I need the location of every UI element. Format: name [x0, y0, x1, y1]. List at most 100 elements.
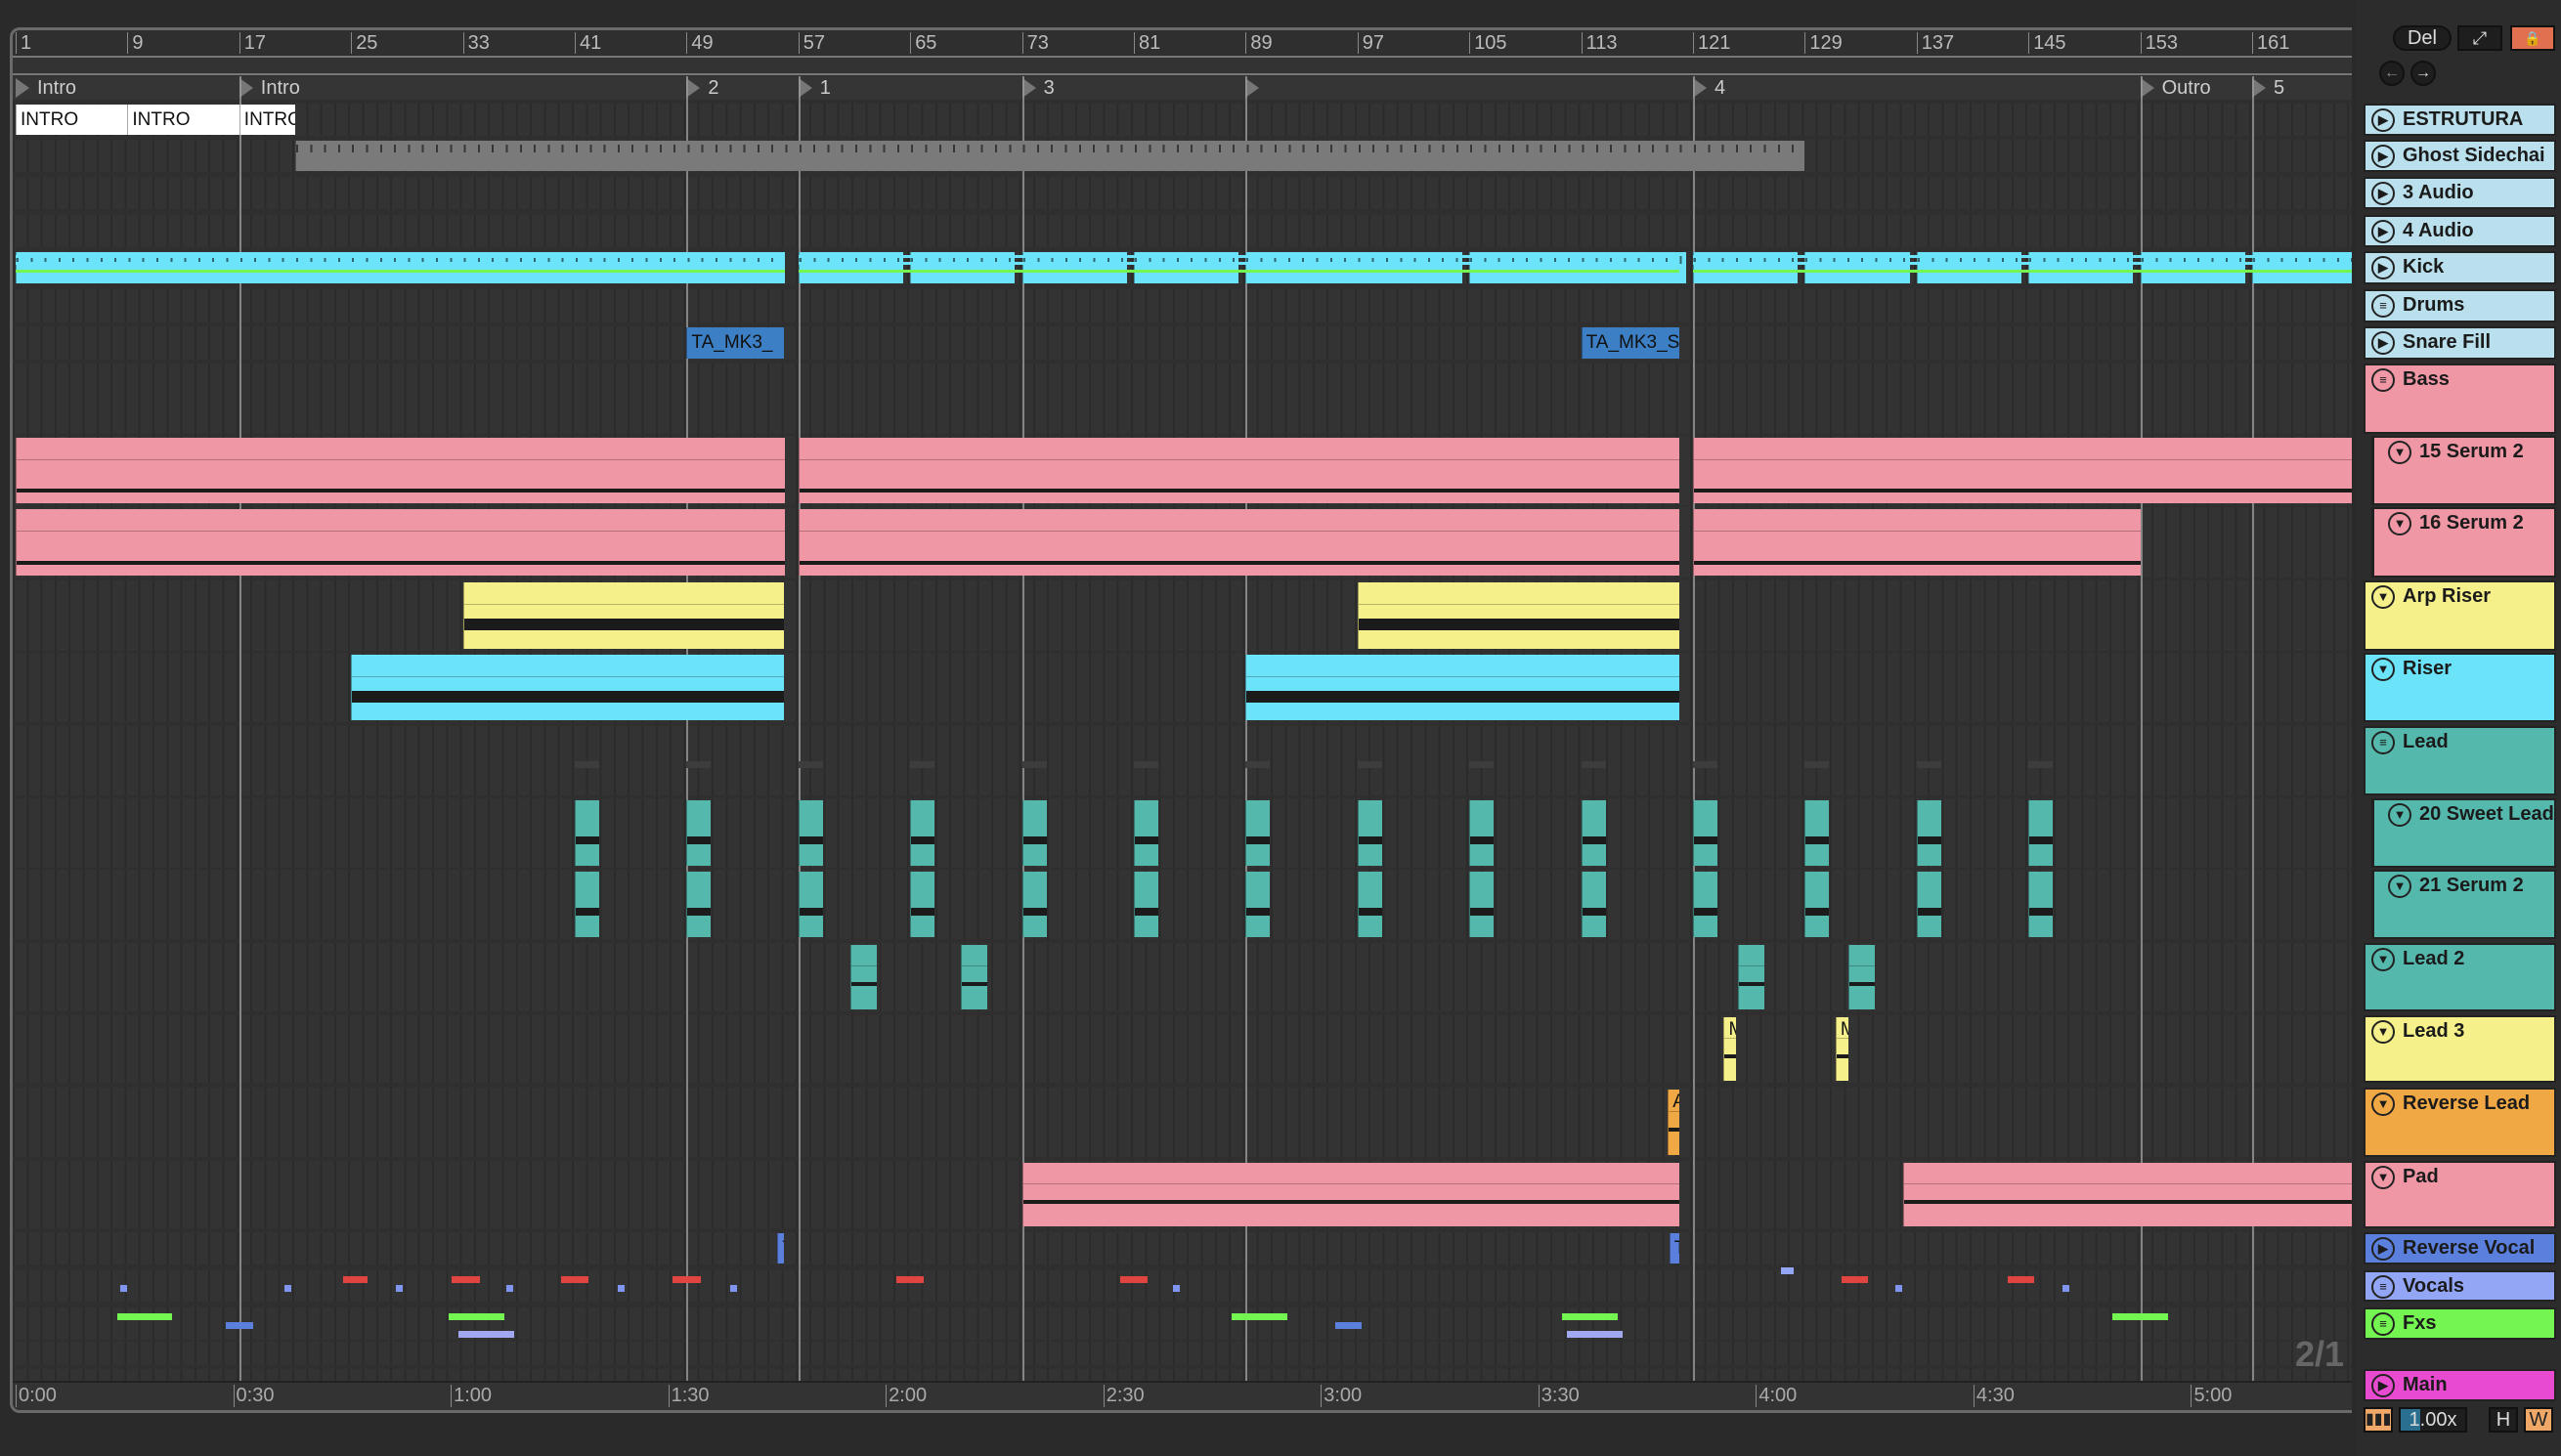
fold-triangle-icon[interactable]: ▼: [2388, 512, 2411, 535]
play-icon[interactable]: ▶: [2371, 256, 2395, 279]
track-header-fxs[interactable]: ≡ Fxs: [2364, 1307, 2556, 1340]
zoom-value[interactable]: 1.00x: [2399, 1407, 2467, 1433]
clip[interactable]: [1245, 872, 1271, 937]
clip[interactable]: INTRO: [127, 105, 239, 135]
clip[interactable]: [1134, 872, 1159, 937]
clip[interactable]: [1693, 438, 2352, 503]
track-lane[interactable]: [13, 289, 2352, 322]
track-header-20-sweet-lead[interactable]: ▼ 20 Sweet Lead: [2371, 798, 2556, 868]
track-lane[interactable]: [13, 1232, 2352, 1264]
time-ruler[interactable]: 0:00 0:30 1:00 1:30 2:00 2:30 3:00 3:30 4:00 4:30…: [13, 1381, 2352, 1410]
track-header-4-audio[interactable]: ▶ 4 Audio: [2364, 215, 2556, 247]
track-header-3-audio[interactable]: ▶ 3 Audio: [2364, 177, 2556, 209]
clip[interactable]: [1469, 872, 1495, 937]
clip[interactable]: [1357, 872, 1382, 937]
delete-button[interactable]: Del: [2393, 25, 2452, 51]
clip[interactable]: INTRO: [16, 105, 128, 135]
track-header-ghost-sidechai[interactable]: ▶ Ghost Sidechai: [2364, 140, 2556, 172]
audio-clip-mark[interactable]: [342, 1276, 369, 1283]
track-lane[interactable]: [13, 943, 2352, 1011]
audio-clip-mark[interactable]: [1895, 1285, 1903, 1292]
w-button[interactable]: W: [2524, 1407, 2553, 1433]
scrub-area[interactable]: [13, 56, 2352, 75]
track-lane[interactable]: [13, 580, 2352, 651]
audio-clip-mark[interactable]: [1567, 1331, 1624, 1338]
track-header-bass[interactable]: ≡ Bass: [2364, 364, 2556, 434]
clip[interactable]: [686, 800, 712, 866]
track-header-estrutura[interactable]: ▶ ESTRUTURA: [2364, 104, 2556, 136]
clip[interactable]: [910, 872, 935, 937]
list-icon[interactable]: ≡: [2371, 294, 2395, 318]
clip[interactable]: [575, 800, 600, 866]
clip[interactable]: [1693, 509, 2141, 576]
clip[interactable]: [1847, 945, 1875, 1009]
track-header-riser[interactable]: ▼ Riser: [2364, 653, 2556, 722]
audio-clip-mark[interactable]: [395, 1285, 404, 1292]
clip[interactable]: TA_MK3_S: [1581, 327, 1679, 359]
audio-clip-mark[interactable]: [120, 1285, 128, 1292]
track-header-reverse-vocal[interactable]: ▶ Reverse Vocal: [2364, 1232, 2556, 1264]
clip[interactable]: [849, 945, 877, 1009]
play-icon[interactable]: ▶: [2371, 331, 2395, 355]
clip[interactable]: [1469, 800, 1495, 866]
clip[interactable]: A: [1668, 1090, 1679, 1155]
clip[interactable]: [1357, 582, 1679, 649]
audio-clip-mark[interactable]: [117, 1313, 173, 1320]
locator-marker[interactable]: 2: [686, 76, 719, 100]
play-icon[interactable]: ▶: [2371, 145, 2395, 168]
fold-triangle-icon[interactable]: ▼: [2371, 1020, 2395, 1044]
tempo-follow-waveform-icon[interactable]: ▮▮▮: [2364, 1407, 2393, 1433]
locator-marker[interactable]: [1245, 76, 1267, 100]
audio-clip-mark[interactable]: [452, 1276, 480, 1283]
track-header-lead-3[interactable]: ▼ Lead 3: [2364, 1015, 2556, 1083]
clip[interactable]: [295, 141, 1805, 171]
audio-clip-mark[interactable]: [458, 1331, 515, 1338]
locator-marker[interactable]: Intro: [239, 76, 300, 100]
play-icon[interactable]: ▶: [2371, 1237, 2395, 1261]
list-icon[interactable]: ≡: [2371, 731, 2395, 754]
audio-clip-mark[interactable]: [1232, 1313, 1288, 1320]
clip[interactable]: [1916, 872, 1941, 937]
locator-marker[interactable]: 4: [1693, 76, 1725, 100]
clip[interactable]: [351, 655, 785, 720]
clip[interactable]: [798, 438, 1679, 503]
track-header-16-serum-2[interactable]: ▼ 16 Serum 2: [2371, 507, 2556, 578]
audio-clip-mark[interactable]: [1119, 1276, 1149, 1283]
fold-triangle-icon[interactable]: ▼: [2371, 658, 2395, 681]
audio-clip-mark[interactable]: [895, 1276, 925, 1283]
expand-icon[interactable]: ⤢: [2457, 25, 2502, 51]
locator-marker[interactable]: 1: [798, 76, 831, 100]
clip[interactable]: [1693, 872, 1718, 937]
track-lane[interactable]: [13, 1088, 2352, 1157]
locator-marker[interactable]: Outro: [2140, 76, 2211, 100]
track-header-drums[interactable]: ≡ Drums: [2364, 289, 2556, 322]
clip[interactable]: [960, 945, 987, 1009]
clip[interactable]: INTRO: [239, 105, 295, 135]
track-header-vocals[interactable]: ≡ Vocals: [2364, 1270, 2556, 1302]
track-lane[interactable]: [13, 1307, 2352, 1340]
track-lane[interactable]: [13, 1270, 2352, 1302]
beat-time-ruler[interactable]: 1 9 17 25 33 41 49 57 65 73 81 89 97 105 113 121 129 137 1…: [13, 30, 2352, 56]
clip[interactable]: [1693, 800, 1718, 866]
clip[interactable]: [798, 509, 1679, 576]
play-icon[interactable]: ▶: [2371, 108, 2395, 132]
clip[interactable]: [2028, 872, 2054, 937]
audio-clip-mark[interactable]: [225, 1322, 254, 1329]
audio-clip-mark[interactable]: [1781, 1267, 1794, 1274]
clip[interactable]: [1245, 655, 1679, 720]
clip[interactable]: [1902, 1163, 2352, 1226]
clip[interactable]: M: [1835, 1017, 1848, 1081]
track-lane[interactable]: [13, 326, 2352, 360]
play-icon[interactable]: ▶: [2371, 1374, 2395, 1397]
audio-clip-mark[interactable]: [729, 1285, 737, 1292]
clip[interactable]: [910, 800, 935, 866]
fold-triangle-icon[interactable]: ▼: [2388, 803, 2411, 827]
clip[interactable]: [1021, 872, 1047, 937]
clip[interactable]: M: [1723, 1017, 1737, 1081]
audio-clip-mark[interactable]: [1561, 1313, 1618, 1320]
clip[interactable]: [1737, 945, 1764, 1009]
clip[interactable]: [1804, 800, 1830, 866]
track-header-arp-riser[interactable]: ▼ Arp Riser: [2364, 580, 2556, 651]
fold-triangle-icon[interactable]: ▼: [2371, 585, 2395, 609]
clip[interactable]: [1916, 800, 1941, 866]
